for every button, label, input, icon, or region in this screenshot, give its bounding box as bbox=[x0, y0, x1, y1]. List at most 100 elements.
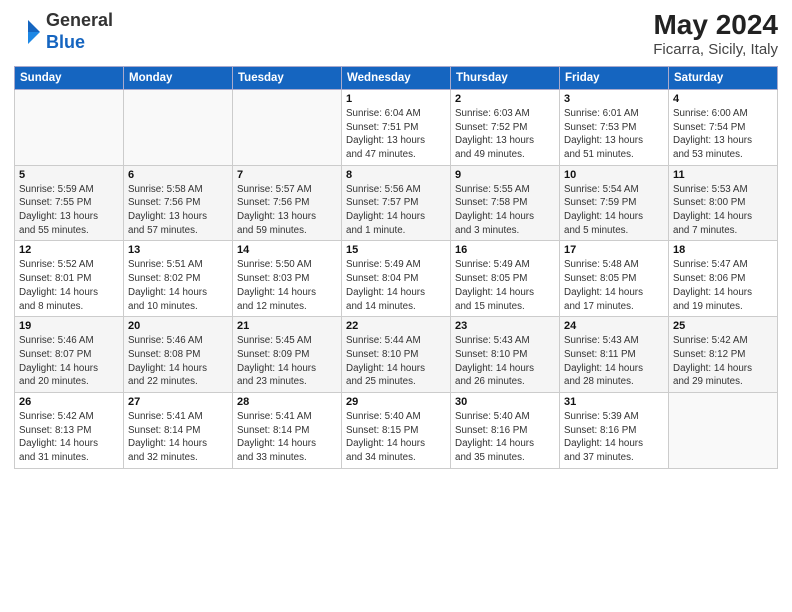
table-row: 1 Sunrise: 6:04 AM Sunset: 7:51 PM Daylig… bbox=[342, 89, 451, 165]
col-thursday: Thursday bbox=[451, 66, 560, 89]
logo-blue: Blue bbox=[46, 32, 85, 52]
calendar-week-row: 12 Sunrise: 5:52 AM Sunset: 8:01 PM Dayli… bbox=[15, 241, 778, 317]
day-info: Sunrise: 5:40 AM Sunset: 8:15 PM Dayligh… bbox=[346, 410, 446, 465]
calendar-week-row: 19 Sunrise: 5:46 AM Sunset: 8:07 PM Dayli… bbox=[15, 317, 778, 393]
day-info: Sunrise: 5:46 AM Sunset: 8:07 PM Dayligh… bbox=[19, 334, 119, 389]
table-row: 16Sunrise: 5:49 AM Sunset: 8:05 PM Dayli… bbox=[451, 241, 560, 317]
col-saturday: Saturday bbox=[669, 66, 778, 89]
day-number: 3 bbox=[564, 93, 664, 105]
logo-text: General Blue bbox=[46, 10, 113, 53]
day-number: 11 bbox=[673, 169, 773, 181]
table-row: 30 Sunrise: 5:40 AM Sunset: 8:16 PM Dayli… bbox=[451, 393, 560, 469]
day-number: 29 bbox=[346, 396, 446, 408]
table-row: 6 Sunrise: 5:58 AM Sunset: 7:56 PM Daylig… bbox=[124, 165, 233, 241]
day-number: 14 bbox=[237, 244, 337, 256]
day-number: 18 bbox=[673, 244, 773, 256]
col-monday: Monday bbox=[124, 66, 233, 89]
day-info: Sunrise: 5:55 AM Sunset: 7:58 PM Dayligh… bbox=[455, 183, 555, 238]
day-info: Sunrise: 5:59 AM Sunset: 7:55 PM Dayligh… bbox=[19, 183, 119, 238]
table-row: 8 Sunrise: 5:56 AM Sunset: 7:57 PM Daylig… bbox=[342, 165, 451, 241]
month-year-title: May 2024 bbox=[653, 10, 778, 41]
table-row: 3 Sunrise: 6:01 AM Sunset: 7:53 PM Daylig… bbox=[560, 89, 669, 165]
day-info: Sunrise: 5:47 AM Sunset: 8:06 PM Dayligh… bbox=[673, 258, 773, 313]
day-info: Sunrise: 5:50 AM Sunset: 8:03 PM Dayligh… bbox=[237, 258, 337, 313]
table-row: 14 Sunrise: 5:50 AM Sunset: 8:03 PM Dayli… bbox=[233, 241, 342, 317]
day-info: Sunrise: 5:41 AM Sunset: 8:14 PM Dayligh… bbox=[128, 410, 228, 465]
day-info: Sunrise: 5:57 AM Sunset: 7:56 PM Dayligh… bbox=[237, 183, 337, 238]
logo-general: General bbox=[46, 10, 113, 30]
table-row: 23 Sunrise: 5:43 AM Sunset: 8:10 PM Dayli… bbox=[451, 317, 560, 393]
table-row: 29 Sunrise: 5:40 AM Sunset: 8:15 PM Dayli… bbox=[342, 393, 451, 469]
day-number: 20 bbox=[128, 320, 228, 332]
table-row: 31 Sunrise: 5:39 AM Sunset: 8:16 PM Dayli… bbox=[560, 393, 669, 469]
day-info: Sunrise: 6:03 AM Sunset: 7:52 PM Dayligh… bbox=[455, 107, 555, 162]
day-number: 9 bbox=[455, 169, 555, 181]
day-number: 12 bbox=[19, 244, 119, 256]
table-row: 19 Sunrise: 5:46 AM Sunset: 8:07 PM Dayli… bbox=[15, 317, 124, 393]
day-number: 10 bbox=[564, 169, 664, 181]
day-number: 21 bbox=[237, 320, 337, 332]
table-row: 2 Sunrise: 6:03 AM Sunset: 7:52 PM Daylig… bbox=[451, 89, 560, 165]
day-number: 7 bbox=[237, 169, 337, 181]
day-number: 22 bbox=[346, 320, 446, 332]
calendar-header-row: Sunday Monday Tuesday Wednesday Thursday… bbox=[15, 66, 778, 89]
table-row: 21 Sunrise: 5:45 AM Sunset: 8:09 PM Dayli… bbox=[233, 317, 342, 393]
table-row bbox=[233, 89, 342, 165]
day-number: 1 bbox=[346, 93, 446, 105]
table-row: 10 Sunrise: 5:54 AM Sunset: 7:59 PM Dayli… bbox=[560, 165, 669, 241]
day-number: 4 bbox=[673, 93, 773, 105]
day-number: 30 bbox=[455, 396, 555, 408]
day-info: Sunrise: 6:01 AM Sunset: 7:53 PM Dayligh… bbox=[564, 107, 664, 162]
day-info: Sunrise: 5:45 AM Sunset: 8:09 PM Dayligh… bbox=[237, 334, 337, 389]
day-number: 19 bbox=[19, 320, 119, 332]
day-info: Sunrise: 5:46 AM Sunset: 8:08 PM Dayligh… bbox=[128, 334, 228, 389]
day-number: 6 bbox=[128, 169, 228, 181]
day-number: 16 bbox=[455, 244, 555, 256]
calendar-table: Sunday Monday Tuesday Wednesday Thursday… bbox=[14, 66, 778, 469]
calendar-week-row: 1 Sunrise: 6:04 AM Sunset: 7:51 PM Daylig… bbox=[15, 89, 778, 165]
table-row: 25Sunrise: 5:42 AM Sunset: 8:12 PM Dayli… bbox=[669, 317, 778, 393]
day-number: 26 bbox=[19, 396, 119, 408]
day-number: 5 bbox=[19, 169, 119, 181]
col-tuesday: Tuesday bbox=[233, 66, 342, 89]
day-info: Sunrise: 5:48 AM Sunset: 8:05 PM Dayligh… bbox=[564, 258, 664, 313]
table-row: 7 Sunrise: 5:57 AM Sunset: 7:56 PM Daylig… bbox=[233, 165, 342, 241]
page: General Blue May 2024 Ficarra, Sicily, I… bbox=[0, 0, 792, 612]
day-info: Sunrise: 5:39 AM Sunset: 8:16 PM Dayligh… bbox=[564, 410, 664, 465]
header: General Blue May 2024 Ficarra, Sicily, I… bbox=[14, 10, 778, 58]
day-info: Sunrise: 5:58 AM Sunset: 7:56 PM Dayligh… bbox=[128, 183, 228, 238]
table-row: 13 Sunrise: 5:51 AM Sunset: 8:02 PM Dayli… bbox=[124, 241, 233, 317]
day-number: 13 bbox=[128, 244, 228, 256]
day-info: Sunrise: 5:52 AM Sunset: 8:01 PM Dayligh… bbox=[19, 258, 119, 313]
logo: General Blue bbox=[14, 10, 113, 53]
day-info: Sunrise: 6:00 AM Sunset: 7:54 PM Dayligh… bbox=[673, 107, 773, 162]
table-row bbox=[15, 89, 124, 165]
day-info: Sunrise: 6:04 AM Sunset: 7:51 PM Dayligh… bbox=[346, 107, 446, 162]
table-row: 5 Sunrise: 5:59 AM Sunset: 7:55 PM Daylig… bbox=[15, 165, 124, 241]
col-wednesday: Wednesday bbox=[342, 66, 451, 89]
day-number: 2 bbox=[455, 93, 555, 105]
day-info: Sunrise: 5:54 AM Sunset: 7:59 PM Dayligh… bbox=[564, 183, 664, 238]
day-number: 8 bbox=[346, 169, 446, 181]
day-number: 31 bbox=[564, 396, 664, 408]
day-info: Sunrise: 5:41 AM Sunset: 8:14 PM Dayligh… bbox=[237, 410, 337, 465]
day-info: Sunrise: 5:56 AM Sunset: 7:57 PM Dayligh… bbox=[346, 183, 446, 238]
table-row: 20 Sunrise: 5:46 AM Sunset: 8:08 PM Dayli… bbox=[124, 317, 233, 393]
table-row: 28Sunrise: 5:41 AM Sunset: 8:14 PM Dayli… bbox=[233, 393, 342, 469]
calendar-week-row: 26Sunrise: 5:42 AM Sunset: 8:13 PM Dayli… bbox=[15, 393, 778, 469]
day-info: Sunrise: 5:51 AM Sunset: 8:02 PM Dayligh… bbox=[128, 258, 228, 313]
calendar-week-row: 5 Sunrise: 5:59 AM Sunset: 7:55 PM Daylig… bbox=[15, 165, 778, 241]
day-number: 23 bbox=[455, 320, 555, 332]
day-info: Sunrise: 5:40 AM Sunset: 8:16 PM Dayligh… bbox=[455, 410, 555, 465]
day-number: 17 bbox=[564, 244, 664, 256]
table-row: 18 Sunrise: 5:47 AM Sunset: 8:06 PM Dayli… bbox=[669, 241, 778, 317]
table-row bbox=[669, 393, 778, 469]
table-row: 22Sunrise: 5:44 AM Sunset: 8:10 PM Dayli… bbox=[342, 317, 451, 393]
day-info: Sunrise: 5:43 AM Sunset: 8:10 PM Dayligh… bbox=[455, 334, 555, 389]
table-row: 24Sunrise: 5:43 AM Sunset: 8:11 PM Dayli… bbox=[560, 317, 669, 393]
table-row: 15 Sunrise: 5:49 AM Sunset: 8:04 PM Dayli… bbox=[342, 241, 451, 317]
day-info: Sunrise: 5:42 AM Sunset: 8:12 PM Dayligh… bbox=[673, 334, 773, 389]
day-info: Sunrise: 5:53 AM Sunset: 8:00 PM Dayligh… bbox=[673, 183, 773, 238]
day-number: 15 bbox=[346, 244, 446, 256]
day-info: Sunrise: 5:49 AM Sunset: 8:04 PM Dayligh… bbox=[346, 258, 446, 313]
